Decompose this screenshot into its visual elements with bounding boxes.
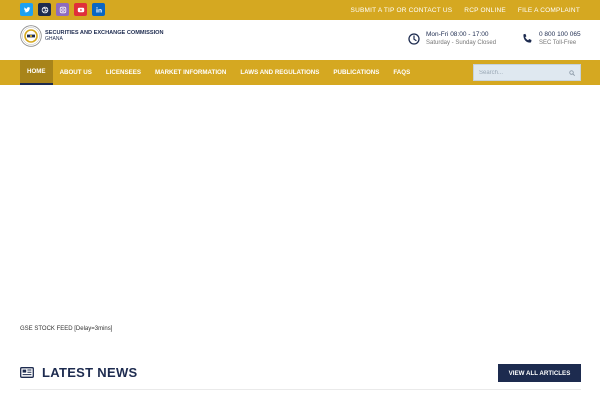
nav-item-publications[interactable]: PUBLICATIONS	[326, 60, 386, 85]
youtube-icon[interactable]	[74, 3, 87, 16]
nav-item-laws-and-regulations[interactable]: LAWS AND REGULATIONS	[233, 60, 326, 85]
hours-sub: Saturday - Sunday Closed	[426, 40, 497, 46]
top-bar: SUBMIT A TIP OR CONTACT US RCP ONLINE FI…	[0, 0, 600, 20]
phone-number[interactable]: 0 800 100 065	[539, 31, 581, 38]
search-input[interactable]	[474, 65, 564, 80]
section-divider	[20, 389, 581, 390]
logo-text: SECURITIES AND EXCHANGE COMMISSION GHANA	[45, 30, 164, 42]
phone-sub: SEC Toll-Free	[539, 40, 577, 46]
nav-item-about-us[interactable]: ABOUT US	[53, 60, 99, 85]
twitter-icon[interactable]	[20, 3, 33, 16]
search-icon[interactable]	[564, 65, 580, 80]
social-links	[20, 3, 105, 16]
instagram-icon[interactable]	[56, 3, 69, 16]
rcp-online-link[interactable]: RCP ONLINE	[464, 7, 506, 14]
latest-news-heading: LATEST NEWS	[20, 365, 138, 380]
hours-main: Mon-Fri 08:00 - 17:00	[426, 31, 489, 38]
logo[interactable]: SECURITIES AND EXCHANGE COMMISSION GHANA	[20, 25, 164, 47]
sec-seal-icon	[20, 25, 42, 47]
logo-subtitle: GHANA	[45, 36, 63, 42]
toll-free-text: 0 800 100 065 SEC Toll-Free	[539, 31, 581, 46]
nav-item-faqs[interactable]: FAQS	[386, 60, 417, 85]
office-hours: Mon-Fri 08:00 - 17:00 Saturday - Sunday …	[408, 31, 496, 46]
latest-news-title: LATEST NEWS	[42, 365, 138, 380]
header: SECURITIES AND EXCHANGE COMMISSION GHANA…	[0, 20, 600, 60]
newspaper-icon	[20, 367, 34, 378]
toll-free-phone: 0 800 100 065 SEC Toll-Free	[521, 31, 581, 46]
nav-item-market-information[interactable]: MARKET INFORMATION	[148, 60, 233, 85]
linkedin-icon[interactable]	[92, 3, 105, 16]
dribbble-icon[interactable]	[38, 3, 51, 16]
top-links: SUBMIT A TIP OR CONTACT US RCP ONLINE FI…	[351, 0, 580, 20]
nav-items: HOME ABOUT US LICENSEES MARKET INFORMATI…	[20, 60, 417, 85]
clock-icon	[408, 32, 420, 45]
nav-item-licensees[interactable]: LICENSEES	[99, 60, 148, 85]
nav-item-home[interactable]: HOME	[20, 60, 53, 85]
file-complaint-link[interactable]: FILE A COMPLAINT	[518, 7, 580, 14]
search-box	[473, 64, 581, 81]
submit-tip-link[interactable]: SUBMIT A TIP OR CONTACT US	[351, 7, 453, 14]
view-all-articles-button[interactable]: VIEW ALL ARTICLES	[498, 364, 581, 382]
gse-stock-feed-label: GSE STOCK FEED [Delay=3mins]	[20, 326, 113, 332]
phone-icon	[523, 33, 532, 43]
office-hours-text: Mon-Fri 08:00 - 17:00 Saturday - Sunday …	[426, 31, 496, 46]
